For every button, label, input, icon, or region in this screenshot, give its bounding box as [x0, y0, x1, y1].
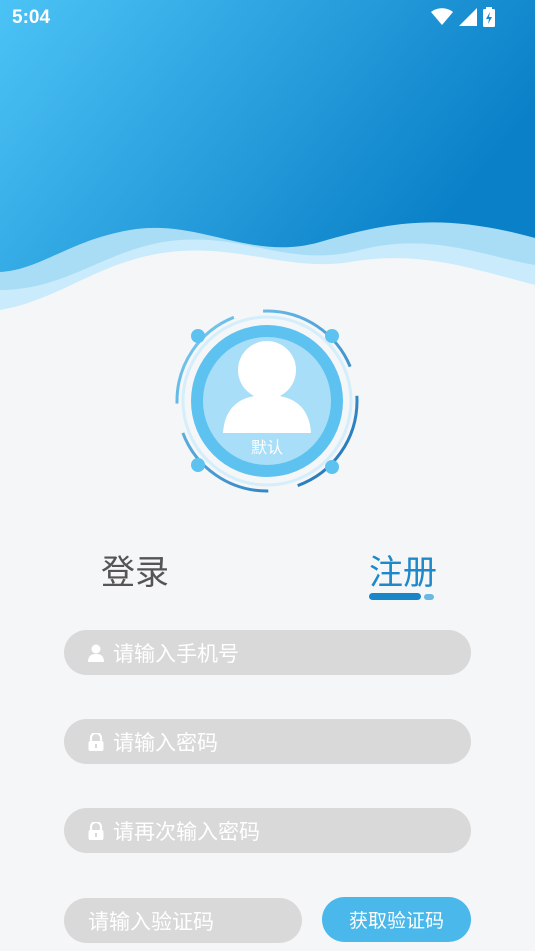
verification-code-placeholder: 请输入验证码: [88, 909, 214, 934]
password-placeholder: 请输入密码: [113, 730, 218, 755]
confirm-password-placeholder: 请再次输入密码: [113, 819, 260, 844]
get-code-button[interactable]: 获取验证码: [322, 897, 471, 942]
tab-register[interactable]: 注册: [369, 545, 437, 594]
phone-placeholder: 请输入手机号: [113, 641, 239, 666]
tab-login[interactable]: 登录: [101, 545, 169, 594]
lock-icon: [87, 821, 105, 841]
status-bar: 5:04: [0, 0, 535, 36]
avatar-caption: 默认: [250, 438, 283, 457]
phone-field[interactable]: 请输入手机号: [64, 630, 471, 675]
signal-icon: [459, 8, 477, 30]
battery-charging-icon: [483, 7, 495, 31]
verification-code-field[interactable]: 请输入验证码: [64, 898, 302, 943]
status-icons: [431, 7, 495, 31]
confirm-password-field[interactable]: 请再次输入密码: [64, 808, 471, 853]
user-icon: [87, 643, 105, 663]
header-wave-background: [0, 0, 535, 330]
status-time: 5:04: [12, 7, 51, 28]
avatar[interactable]: 默认: [173, 307, 361, 495]
lock-icon: [87, 732, 105, 752]
password-field[interactable]: 请输入密码: [64, 719, 471, 764]
wifi-icon: [431, 8, 453, 30]
